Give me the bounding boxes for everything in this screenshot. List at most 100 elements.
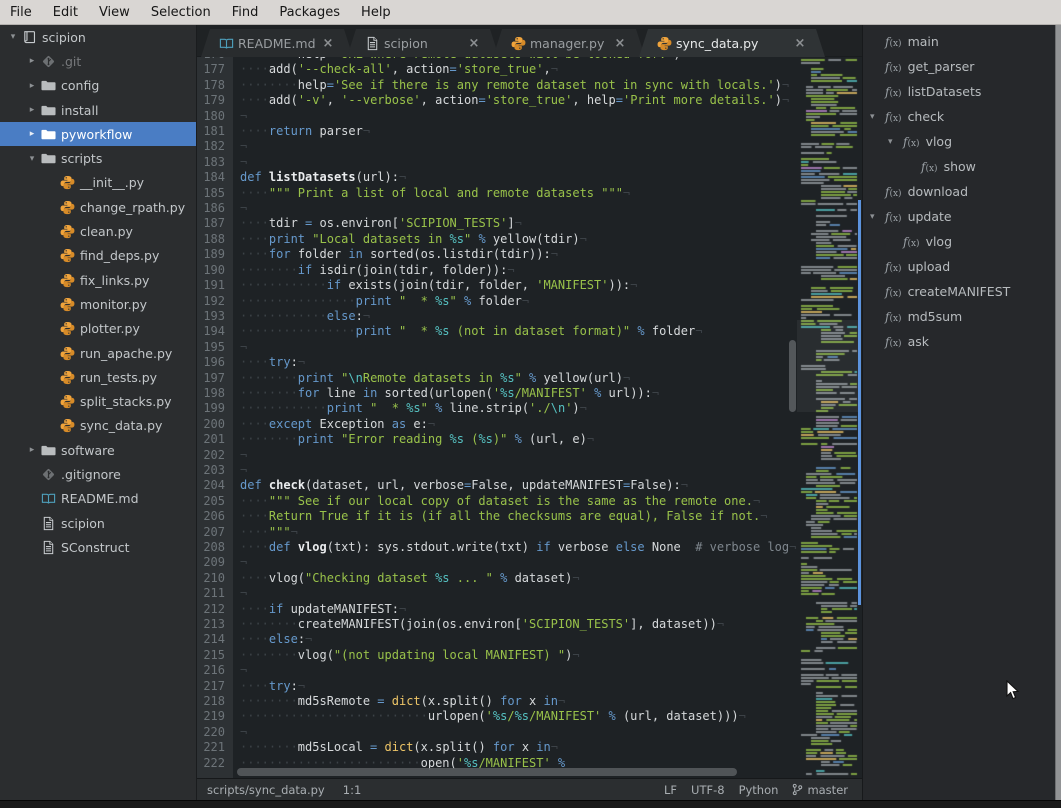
line-number[interactable]: 185 [197,186,233,201]
tree-item-find_deps.py[interactable]: find_deps.py [0,244,196,268]
line-number[interactable]: 195 [197,340,233,355]
line-number[interactable]: 218 [197,694,233,709]
horizontal-scrollbar[interactable] [237,768,737,776]
code-line[interactable]: 195¬ [197,340,797,355]
tree-item-software[interactable]: ▸software [0,438,196,462]
code-line[interactable]: 182¬ [197,139,797,154]
code-line[interactable]: 207····"""¬ [197,525,797,540]
line-number[interactable]: 216 [197,663,233,678]
code-line[interactable]: 187····tdir = os.environ['SCIPION_TESTS'… [197,216,797,231]
window-right-scrollbar[interactable] [1055,25,1061,800]
line-number[interactable]: 190 [197,263,233,278]
code-line[interactable]: 208····def vlog(txt): sys.stdout.write(t… [197,540,797,555]
code-line[interactable]: 205····""" See if our local copy of data… [197,494,797,509]
tree-item-SConstruct[interactable]: SConstruct [0,535,196,559]
vertical-scrollbar-handle[interactable] [789,340,796,412]
code-line[interactable]: 177····add('--check-all', action='store_… [197,62,797,77]
line-number[interactable]: 179 [197,93,233,108]
minimap[interactable] [797,57,861,778]
code-line[interactable]: 202¬ [197,448,797,463]
code-line[interactable]: 215········vlog("(not updating local MAN… [197,648,797,663]
close-icon[interactable]: × [793,36,807,51]
line-number[interactable]: 215 [197,648,233,663]
code-line[interactable]: 216¬ [197,663,797,678]
line-number[interactable]: 220 [197,725,233,740]
line-number[interactable]: 213 [197,617,233,632]
status-utf-8[interactable]: UTF-8 [691,783,725,797]
tree-item-plotter.py[interactable]: plotter.py [0,317,196,341]
chevron-right-icon[interactable]: ▸ [25,56,39,66]
chevron-right-icon[interactable]: ▸ [25,445,39,455]
symbol-ask[interactable]: f(x)ask [863,329,1061,354]
tree-item-.git[interactable]: ▸.git [0,49,196,73]
line-number[interactable]: 205 [197,494,233,509]
chevron-right-icon[interactable]: ▸ [25,129,39,139]
code-line[interactable]: 179····add('-v', '--verbose', action='st… [197,93,797,108]
symbol-vlog[interactable]: f(x)vlog [863,229,1061,254]
tree-item-.gitignore[interactable]: .gitignore [0,462,196,486]
code-line[interactable]: 206····Return True if it is (if all the … [197,509,797,524]
tree-item-split_stacks.py[interactable]: split_stacks.py [0,389,196,413]
symbol-update[interactable]: ▾f(x)update [863,204,1061,229]
line-number[interactable]: 201 [197,432,233,447]
tree-item-__init__.py[interactable]: __init__.py [0,171,196,195]
code-line[interactable]: 190········if isdir(join(tdir, folder)):… [197,263,797,278]
code-line[interactable]: 213········createMANIFEST(join(os.enviro… [197,617,797,632]
line-number[interactable]: 209 [197,555,233,570]
chevron-down-icon[interactable]: ▾ [888,137,893,147]
code-line[interactable]: 218········md5sRemote = dict(x.split() f… [197,694,797,709]
code-line[interactable]: 201········print "Error reading %s (%s)"… [197,432,797,447]
tab-README.md[interactable]: README.md× [201,29,353,57]
menu-edit[interactable]: Edit [53,5,78,20]
code-line[interactable]: 219··························urlopen('%s… [197,709,797,724]
line-number[interactable]: 197 [197,371,233,386]
line-number[interactable]: 221 [197,740,233,755]
chevron-down-icon[interactable]: ▾ [870,212,875,222]
code-line[interactable]: 212····if updateMANIFEST:¬ [197,602,797,617]
line-number[interactable]: 217 [197,679,233,694]
vertical-scrollbar[interactable] [788,57,797,778]
code-line[interactable]: 186¬ [197,201,797,216]
line-number[interactable]: 180 [197,109,233,124]
symbol-listDatasets[interactable]: f(x)listDatasets [863,79,1061,104]
status-python[interactable]: Python [739,783,779,797]
code-line[interactable]: 200····except Exception as e:¬ [197,417,797,432]
line-number[interactable]: 202 [197,448,233,463]
line-number[interactable]: 198 [197,386,233,401]
tab-manager.py[interactable]: manager.py× [493,29,645,57]
chevron-right-icon[interactable]: ▸ [25,105,39,115]
tree-item-clean.py[interactable]: clean.py [0,219,196,243]
line-number[interactable]: 194 [197,324,233,339]
menu-help[interactable]: Help [361,5,391,20]
menu-find[interactable]: Find [232,5,259,20]
line-number[interactable]: 204 [197,478,233,493]
line-number[interactable]: 177 [197,62,233,77]
code-line[interactable]: 181····return parser¬ [197,124,797,139]
code-line[interactable]: 194················print " * %s (not in … [197,324,797,339]
line-number[interactable]: 211 [197,586,233,601]
menu-packages[interactable]: Packages [279,5,340,20]
tree-item-README.md[interactable]: README.md [0,487,196,511]
file-tree-panel[interactable]: ▾scipion▸.git▸config▸install▸pyworkflow▾… [0,25,197,800]
chevron-right-icon[interactable]: ▸ [25,81,39,91]
symbol-get_parser[interactable]: f(x)get_parser [863,54,1061,79]
minimap-visible-region[interactable] [797,320,861,412]
code-line[interactable]: 203¬ [197,463,797,478]
menu-file[interactable]: File [10,5,32,20]
symbol-download[interactable]: f(x)download [863,179,1061,204]
line-number[interactable]: 214 [197,632,233,647]
line-number[interactable]: 189 [197,247,233,262]
line-number[interactable]: 203 [197,463,233,478]
tree-item-scipion[interactable]: ▾scipion [0,25,196,49]
code-line[interactable]: 189····for folder in sorted(os.listdir(t… [197,247,797,262]
code-line[interactable]: 221········md5sLocal = dict(x.split() fo… [197,740,797,755]
line-number[interactable]: 192 [197,294,233,309]
line-number[interactable]: 206 [197,509,233,524]
code-line[interactable]: 191············if exists(join(tdir, fold… [197,278,797,293]
code-line[interactable]: 217····try:¬ [197,679,797,694]
code-line[interactable]: 197········print "\nRemote datasets in %… [197,371,797,386]
tree-item-config[interactable]: ▸config [0,74,196,98]
tree-item-change_rpath.py[interactable]: change_rpath.py [0,195,196,219]
code-line[interactable]: 188····print "Local datasets in %s" % ye… [197,232,797,247]
line-number[interactable]: 212 [197,602,233,617]
